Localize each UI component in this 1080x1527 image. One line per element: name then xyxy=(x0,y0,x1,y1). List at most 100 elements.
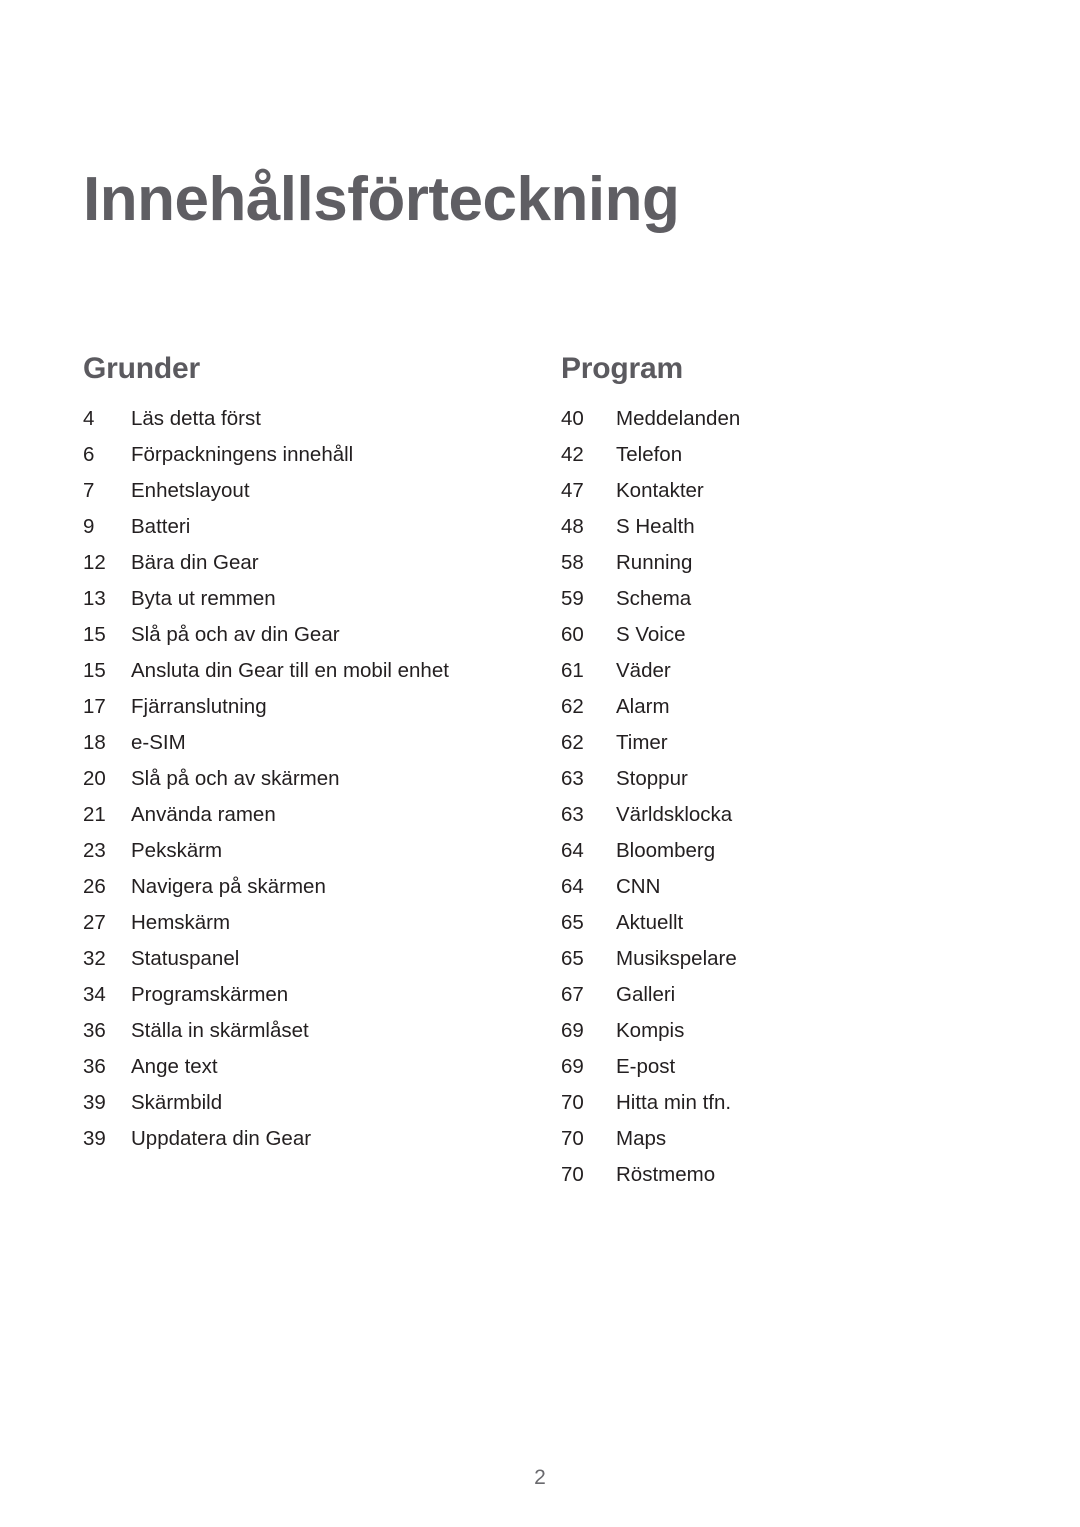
toc-entry-page-number: 6 xyxy=(83,443,95,466)
toc-entry[interactable]: 4 Läs detta först xyxy=(83,401,553,437)
toc-entry-page-number: 18 xyxy=(83,731,106,754)
toc-entry[interactable]: 15 Ansluta din Gear till en mobil enhet xyxy=(83,653,553,689)
toc-entry-page-number: 59 xyxy=(561,587,584,610)
toc-entry[interactable]: 18 e-SIM xyxy=(83,725,553,761)
toc-entry[interactable]: 65 Aktuellt xyxy=(561,905,981,941)
toc-entry-page-number: 65 xyxy=(561,911,584,934)
toc-entry[interactable]: 27 Hemskärm xyxy=(83,905,553,941)
toc-entry-page-number: 20 xyxy=(83,767,106,790)
toc-entry[interactable]: 47 Kontakter xyxy=(561,473,981,509)
toc-entry[interactable]: 6 Förpackningens innehåll xyxy=(83,437,553,473)
toc-list-program: 40 Meddelanden 42 Telefon 47 Kontakter 48 S Hea… xyxy=(561,401,981,1193)
toc-entry-label: Schema xyxy=(616,587,692,610)
toc-entry-page-number: 42 xyxy=(561,443,584,466)
toc-entry[interactable]: 15 Slå på och av din Gear xyxy=(83,617,553,653)
toc-entry-label: Programskärmen xyxy=(131,983,289,1006)
toc-entry-label: Alarm xyxy=(616,695,670,718)
toc-entry-label: Uppdatera din Gear xyxy=(131,1127,312,1150)
toc-entry-page-number: 69 xyxy=(561,1055,584,1078)
toc-entry-label: Meddelanden xyxy=(616,407,741,430)
toc-entry-page-number: 4 xyxy=(83,407,95,430)
toc-entry[interactable]: 59 Schema xyxy=(561,581,981,617)
toc-entry[interactable]: 23 Pekskärm xyxy=(83,833,553,869)
toc-entry[interactable]: 64 CNN xyxy=(561,869,981,905)
toc-entry-label: Väder xyxy=(616,659,671,682)
toc-entry[interactable]: 62 Timer xyxy=(561,725,981,761)
toc-entry[interactable]: 17 Fjärranslutning xyxy=(83,689,553,725)
toc-entry[interactable]: 70 Maps xyxy=(561,1121,981,1157)
toc-entry-page-number: 17 xyxy=(83,695,106,718)
toc-entry-label: Pekskärm xyxy=(131,839,223,862)
toc-entry-page-number: 21 xyxy=(83,803,106,826)
toc-entry[interactable]: 32 Statuspanel xyxy=(83,941,553,977)
toc-entry[interactable]: 61 Väder xyxy=(561,653,981,689)
toc-entry[interactable]: 39 Skärmbild xyxy=(83,1085,553,1121)
section-heading-program: Program xyxy=(561,352,683,385)
toc-entry[interactable]: 39 Uppdatera din Gear xyxy=(83,1121,553,1157)
toc-entry[interactable]: 36 Ställa in skärmlåset xyxy=(83,1013,553,1049)
toc-entry-page-number: 70 xyxy=(561,1127,584,1150)
toc-entry-page-number: 60 xyxy=(561,623,584,646)
toc-entry-label: Telefon xyxy=(616,443,683,466)
toc-entry-page-number: 27 xyxy=(83,911,106,934)
toc-entry-page-number: 70 xyxy=(561,1091,584,1114)
toc-entry[interactable]: 21 Använda ramen xyxy=(83,797,553,833)
toc-entry-page-number: 15 xyxy=(83,623,106,646)
toc-column-program: Program 40 Meddelanden 42 Telefon 47 Kontakte… xyxy=(561,352,981,1193)
toc-entry-label: Bloomberg xyxy=(616,839,716,862)
toc-entry[interactable]: 70 Röstmemo xyxy=(561,1157,981,1193)
toc-entry[interactable]: 62 Alarm xyxy=(561,689,981,725)
toc-entry[interactable]: 60 S Voice xyxy=(561,617,981,653)
toc-entry-page-number: 15 xyxy=(83,659,106,682)
toc-entry-label: S Voice xyxy=(616,623,686,646)
toc-entry-label: Använda ramen xyxy=(131,803,276,826)
toc-entry-label: Running xyxy=(616,551,693,574)
toc-entry-page-number: 69 xyxy=(561,1019,584,1042)
toc-entry[interactable]: 26 Navigera på skärmen xyxy=(83,869,553,905)
toc-entry[interactable]: 63 Stoppur xyxy=(561,761,981,797)
toc-entry-page-number: 40 xyxy=(561,407,584,430)
toc-entry[interactable]: 48 S Health xyxy=(561,509,981,545)
toc-entry[interactable]: 36 Ange text xyxy=(83,1049,553,1085)
toc-entry-label: Ställa in skärmlåset xyxy=(131,1019,309,1042)
toc-entry-page-number: 39 xyxy=(83,1127,106,1150)
toc-entry[interactable]: 7 Enhetslayout xyxy=(83,473,553,509)
toc-entry[interactable]: 13 Byta ut remmen xyxy=(83,581,553,617)
toc-entry[interactable]: 70 Hitta min tfn. xyxy=(561,1085,981,1121)
toc-entry[interactable]: 34 Programskärmen xyxy=(83,977,553,1013)
toc-entry[interactable]: 65 Musikspelare xyxy=(561,941,981,977)
toc-entry-page-number: 36 xyxy=(83,1019,106,1042)
toc-entry-page-number: 63 xyxy=(561,803,584,826)
toc-entry-page-number: 58 xyxy=(561,551,584,574)
toc-entry-page-number: 63 xyxy=(561,767,584,790)
toc-entry[interactable]: 63 Världsklocka xyxy=(561,797,981,833)
toc-entry-label: Bära din Gear xyxy=(131,551,259,574)
toc-entry-label: Galleri xyxy=(616,983,676,1006)
toc-entry-label: Musikspelare xyxy=(616,947,737,970)
toc-entry[interactable]: 69 E-post xyxy=(561,1049,981,1085)
toc-entry[interactable]: 40 Meddelanden xyxy=(561,401,981,437)
toc-entry-label: Kompis xyxy=(616,1019,685,1042)
toc-entry-page-number: 67 xyxy=(561,983,584,1006)
toc-entry[interactable]: 58 Running xyxy=(561,545,981,581)
toc-entry-page-number: 62 xyxy=(561,731,584,754)
toc-entry[interactable]: 42 Telefon xyxy=(561,437,981,473)
toc-entry-label: Världsklocka xyxy=(616,803,733,826)
section-heading-grunder: Grunder xyxy=(83,352,200,385)
toc-entry-page-number: 7 xyxy=(83,479,95,502)
toc-entry-label: Läs detta först xyxy=(131,407,261,430)
toc-entry[interactable]: 67 Galleri xyxy=(561,977,981,1013)
toc-entry-page-number: 23 xyxy=(83,839,106,862)
toc-entry[interactable]: 64 Bloomberg xyxy=(561,833,981,869)
toc-entry[interactable]: 12 Bära din Gear xyxy=(83,545,553,581)
toc-entry-label: Byta ut remmen xyxy=(131,587,276,610)
toc-entry-page-number: 12 xyxy=(83,551,106,574)
toc-entry[interactable]: 69 Kompis xyxy=(561,1013,981,1049)
toc-entry-label: Hitta min tfn. xyxy=(616,1091,732,1114)
toc-entry-page-number: 26 xyxy=(83,875,106,898)
page-title: Innehållsförteckning xyxy=(83,164,680,234)
toc-list-grunder: 4 Läs detta först 6 Förpackningens innehåll… xyxy=(83,401,553,1157)
toc-entry-label: e-SIM xyxy=(131,731,186,754)
toc-entry[interactable]: 9 Batteri xyxy=(83,509,553,545)
toc-entry[interactable]: 20 Slå på och av skärmen xyxy=(83,761,553,797)
